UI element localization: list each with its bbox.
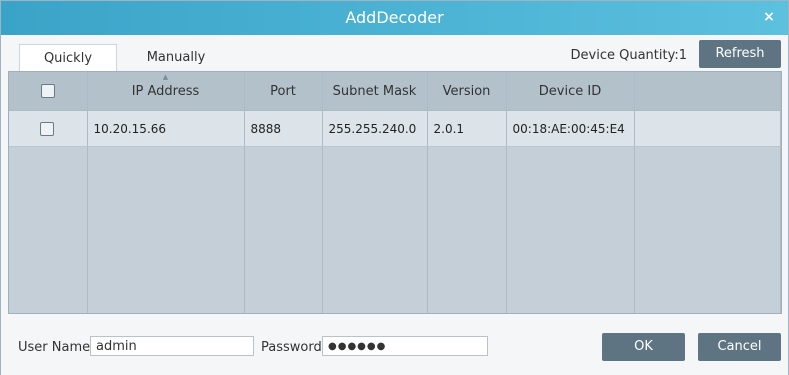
username-field[interactable]: admin [90,336,254,356]
password-field[interactable]: ●●●●●● [322,336,488,356]
row-checkbox[interactable] [40,121,55,136]
header-version[interactable]: Version [427,72,507,111]
device-table: ▲ IP Address Port Subnet Mask Version De… [8,71,782,314]
cancel-button[interactable]: Cancel [698,333,781,361]
header-device-id[interactable]: Device ID [506,72,635,111]
close-icon[interactable]: × [758,6,780,28]
cell-version: 2.0.1 [427,110,507,147]
cell-ip-address: 10.20.15.66 [87,110,245,147]
sort-ascending-icon: ▲ [162,73,169,81]
username-label: User Name [18,340,91,355]
tab-manually-add[interactable]: Manually Add [121,44,231,92]
add-decoder-dialog: AddDecoder × Quickly Add Manually Add De… [0,0,789,375]
title-bar: AddDecoder × [1,1,788,35]
cell-subnet-mask: 255.255.240.0 [322,110,428,147]
header-label: IP Address [131,83,200,99]
table-row[interactable]: 10.20.15.66 8888 255.255.240.0 2.0.1 00:… [9,110,781,147]
cell-filler [634,110,781,147]
row-select-cell [9,110,88,147]
header-select-all [9,72,88,111]
header-port[interactable]: Port [244,72,323,111]
dialog-title: AddDecoder [345,8,444,27]
select-all-checkbox[interactable] [40,84,55,98]
header-ip-address[interactable]: ▲ IP Address [87,72,245,111]
password-label: Password [261,340,322,355]
header-filler [634,72,781,111]
tab-quickly-add[interactable]: Quickly Add [19,44,117,93]
device-quantity: Device Quantity:1 [570,48,687,63]
cell-device-id: 00:18:AE:00:45:E4 [506,110,635,147]
ok-button[interactable]: OK [602,333,685,361]
table-header-row: ▲ IP Address Port Subnet Mask Version De… [9,72,781,111]
cell-port: 8888 [244,110,323,147]
empty-row [9,146,781,313]
refresh-button[interactable]: Refresh [699,40,781,68]
header-subnet-mask[interactable]: Subnet Mask [322,72,428,111]
